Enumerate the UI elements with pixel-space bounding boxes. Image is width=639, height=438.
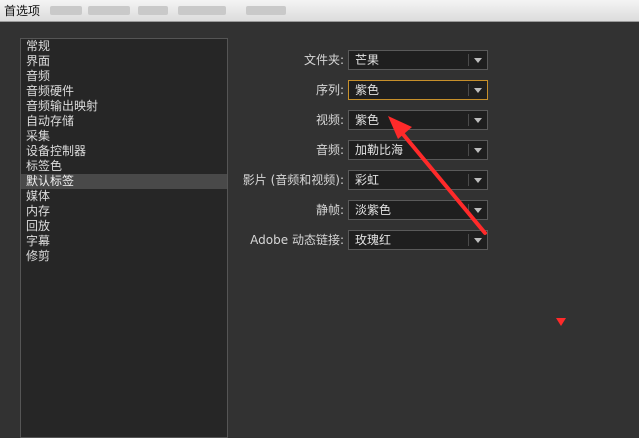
still-dropdown[interactable]: 淡紫色 — [348, 200, 488, 220]
dropdown-divider — [468, 84, 469, 96]
folder-label: 文件夹: — [303, 53, 344, 67]
chevron-down-icon[interactable] — [474, 148, 482, 153]
still-label: 静帧: — [315, 203, 344, 217]
titlebar-blurred-text — [178, 6, 226, 15]
dropdown-divider — [468, 144, 469, 156]
red-triangle-marker-icon — [556, 318, 566, 326]
window-titlebar: 首选项 — [0, 0, 639, 22]
window-title: 首选项 — [4, 4, 41, 18]
sidebar-item-trim[interactable]: 修剪 — [21, 249, 227, 264]
chevron-down-icon[interactable] — [474, 58, 482, 63]
audio-value: 加勒比海 — [355, 143, 404, 157]
dropdown-divider — [468, 54, 469, 66]
dropdown-divider — [468, 204, 469, 216]
sequence-value: 紫色 — [355, 83, 380, 97]
audio-row: 音频: — [0, 140, 344, 160]
folder-dropdown[interactable]: 芒果 — [348, 50, 488, 70]
still-value: 淡紫色 — [355, 203, 392, 217]
movie-dropdown[interactable]: 彩虹 — [348, 170, 488, 190]
dynamic-link-label: Adobe 动态链接: — [250, 233, 344, 247]
sequence-label: 序列: — [315, 83, 344, 97]
dynamic-link-dropdown[interactable]: 玫瑰红 — [348, 230, 488, 250]
titlebar-blurred-text — [88, 6, 130, 15]
chevron-down-icon[interactable] — [474, 118, 482, 123]
chevron-down-icon[interactable] — [474, 208, 482, 213]
movie-row: 影片 (音频和视频): — [0, 170, 344, 190]
movie-value: 彩虹 — [355, 173, 380, 187]
folder-value: 芒果 — [355, 53, 380, 67]
titlebar-blurred-text — [246, 6, 286, 15]
folder-row: 文件夹: — [0, 50, 344, 70]
dynamic-link-row: Adobe 动态链接: — [0, 230, 344, 250]
dropdown-divider — [468, 174, 469, 186]
movie-label: 影片 (音频和视频): — [242, 173, 344, 187]
video-label: 视频: — [315, 113, 344, 127]
titlebar-blurred-text — [138, 6, 168, 15]
dropdown-divider — [468, 114, 469, 126]
audio-label: 音频: — [315, 143, 344, 157]
video-value: 紫色 — [355, 113, 380, 127]
video-row: 视频: — [0, 110, 344, 130]
sequence-row: 序列: — [0, 80, 344, 100]
dynamic-link-value: 玫瑰红 — [355, 233, 392, 247]
still-row: 静帧: — [0, 200, 344, 220]
sequence-dropdown[interactable]: 紫色 — [348, 80, 488, 100]
chevron-down-icon[interactable] — [474, 88, 482, 93]
video-dropdown[interactable]: 紫色 — [348, 110, 488, 130]
audio-dropdown[interactable]: 加勒比海 — [348, 140, 488, 160]
dropdown-divider — [468, 234, 469, 246]
chevron-down-icon[interactable] — [474, 238, 482, 243]
titlebar-blurred-text — [50, 6, 82, 15]
chevron-down-icon[interactable] — [474, 178, 482, 183]
